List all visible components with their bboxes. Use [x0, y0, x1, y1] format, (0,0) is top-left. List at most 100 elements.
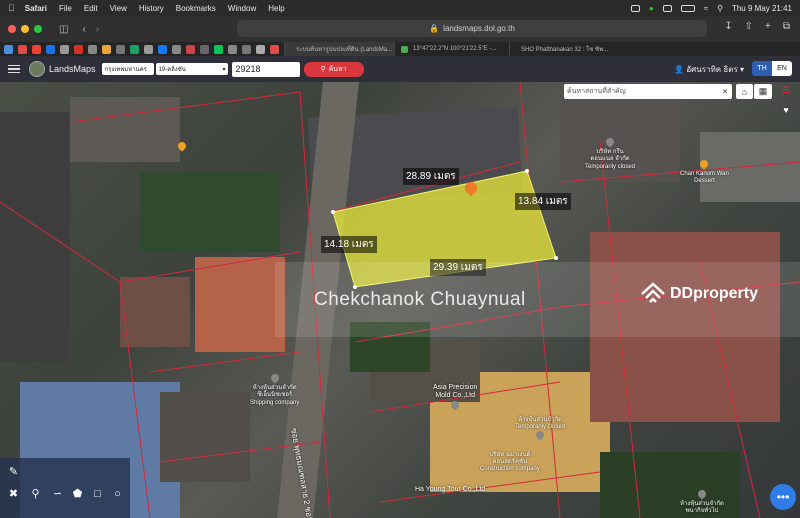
gmail-icon[interactable] [32, 44, 41, 54]
lang-en-button[interactable]: EN [772, 61, 792, 76]
menu-file[interactable]: File [59, 4, 72, 13]
menu-help[interactable]: Help [268, 4, 284, 13]
tab-coordinates[interactable]: 13°47'22.2"N 100°21'22.5"E -... [394, 42, 509, 56]
favorite-icon[interactable] [102, 44, 111, 54]
favorite-icon[interactable] [186, 44, 195, 54]
tab-bar: ระบบค้นหารูปแปลงที่ดิน (LandsMa... 13°47… [0, 42, 800, 56]
user-name: อัศนราทิค ธิตร [686, 65, 738, 74]
poi-green-donnell[interactable]: บริษัท กรีน ดอนแนล จำกัด Temporarily clo… [585, 136, 635, 171]
favorite-icon[interactable] [4, 44, 13, 54]
tab-overview-icon[interactable]: ⧉ [783, 21, 790, 32]
favorite-icon[interactable] [242, 44, 251, 54]
app-header: LandsMaps กรุงเทพมหานคร 19-ตลิ่งชัน ▾ 29… [0, 56, 800, 82]
back-icon[interactable]: ‹ [82, 24, 85, 35]
map-canvas[interactable]: 28.89 เมตร 13.84 เมตร 14.18 เมตร 29.39 เ… [0, 82, 800, 518]
download-icon[interactable]: ↧ [724, 21, 732, 32]
poi-label: Ha Young Tour Co.,Ltd [415, 486, 486, 493]
search-button[interactable]: ⚲ ค้นหา [303, 61, 364, 77]
pin-tool-icon[interactable]: ⚲ [28, 486, 43, 501]
user-menu[interactable]: 👤 อัศนราทิค ธิตร ▾ [674, 63, 744, 76]
district-value: 19-ตลิ่งชัน [158, 67, 186, 73]
favorite-icon[interactable] [144, 44, 153, 54]
sidebar-icon[interactable]: ◫ [59, 24, 68, 35]
hamburger-menu-icon[interactable] [8, 63, 20, 76]
wifi-icon[interactable]: ≈ [704, 4, 708, 13]
tab-label: ระบบค้นหารูปแปลงที่ดิน (LandsMa... [296, 47, 393, 53]
place-search-input[interactable]: ค้นหาสถานที่สำคัญ ✕ [564, 84, 732, 99]
rectangle-tool-icon[interactable]: □ [90, 486, 105, 501]
parcel-marker-icon[interactable] [462, 179, 480, 199]
poi-label: ห้างหุ้นส่วนจำกัด Temporarily closed [515, 417, 566, 431]
favorite-icon[interactable] [116, 44, 125, 54]
poi-ha-young-tour[interactable]: Ha Young Tour Co.,Ltd [415, 486, 485, 494]
favorite-icon[interactable] [172, 44, 181, 54]
menu-app[interactable]: Safari [25, 4, 47, 13]
battery-icon[interactable] [680, 4, 695, 12]
zoom-window-button[interactable] [34, 25, 42, 33]
status-icon[interactable] [630, 4, 640, 12]
cafe-pin-icon [698, 158, 711, 170]
close-window-button[interactable] [8, 25, 16, 33]
poi-chan-kanom-wan[interactable]: Chan Kanom Wan Dessert [680, 158, 729, 186]
menu-view[interactable]: View [110, 4, 127, 13]
poi-label: ห้างหุ้นส่วนจำกัด ซีเอ็นนิชเชอร์ Shippin… [250, 385, 300, 406]
new-tab-icon[interactable]: + [765, 21, 771, 32]
favorite-icon[interactable] [270, 44, 279, 54]
url-bar[interactable]: 🔒 landsmaps.dol.go.th [237, 20, 707, 37]
polygon-tool-icon[interactable]: ⬟ [70, 486, 85, 501]
poi-panakit[interactable]: ห้างหุ้นส่วนจำกัด พนากิจทั่วไป [680, 488, 724, 516]
circle-tool-icon[interactable]: ○ [110, 486, 125, 501]
favorite-icon[interactable] [200, 44, 209, 54]
favorite-icon[interactable] [130, 44, 139, 54]
map-pin-icon [401, 45, 408, 53]
map-pin-icon [534, 429, 546, 442]
search-icon[interactable]: ⚲ [717, 4, 723, 13]
poi-shipping-company[interactable]: ห้างหุ้นส่วนจำกัด ซีเอ็นนิชเชอร์ Shippin… [250, 372, 300, 407]
measure-tool-icon[interactable]: ✖ [6, 486, 21, 501]
layers-button[interactable]: ☰ [776, 82, 796, 99]
window-icon[interactable] [662, 4, 672, 12]
grid-view-button[interactable]: ▦ [754, 84, 772, 99]
app-name: LandsMaps [49, 64, 96, 74]
minimize-window-button[interactable] [21, 25, 29, 33]
clock[interactable]: Thu 9 May 21:41 [732, 4, 792, 13]
district-select[interactable]: 19-ตลิ่งชัน ▾ [155, 63, 228, 75]
line-tool-icon[interactable]: ∽ [50, 486, 65, 501]
tab-landsmaps[interactable]: ระบบค้นหารูปแปลงที่ดิน (LandsMa... [284, 42, 394, 56]
close-icon[interactable]: ✕ [722, 88, 728, 96]
province-select[interactable]: กรุงเทพมหานคร [101, 63, 154, 75]
ddproperty-logo: DDproperty [640, 282, 758, 306]
menu-window[interactable]: Window [228, 4, 256, 13]
menu-history[interactable]: History [139, 4, 164, 13]
favorite-icon[interactable] [74, 44, 83, 54]
menu-bookmarks[interactable]: Bookmarks [176, 4, 216, 13]
line-icon[interactable]: ● [649, 4, 654, 13]
eraser-tool-icon[interactable]: ✎ [6, 464, 21, 479]
poi-orange-pin[interactable] [176, 140, 188, 153]
favorite-icon[interactable] [46, 44, 55, 54]
apple-icon[interactable]:  [8, 3, 15, 13]
poi-asia-precision[interactable]: Asia Precision Mold Co.,Ltd [433, 384, 477, 412]
tab-sho[interactable]: SHO Phatthanakan 32 : โซ ซิพ... [509, 42, 609, 56]
favorite-icon[interactable] [88, 44, 97, 54]
brand-text: DDproperty [670, 285, 759, 302]
lang-th-button[interactable]: TH [752, 61, 772, 76]
line-icon[interactable] [214, 44, 223, 54]
forward-icon[interactable]: › [96, 24, 99, 35]
favorite-heart-button[interactable]: ♥ [776, 102, 796, 117]
menu-edit[interactable]: Edit [84, 4, 98, 13]
poi-temporarily-closed[interactable]: ห้างหุ้นส่วนจำกัด Temporarily closed [515, 417, 565, 443]
parcel-number-input[interactable]: 29218 [231, 61, 300, 77]
map-pin-icon [449, 399, 461, 411]
more-options-button[interactable]: ••• [770, 484, 796, 510]
favorite-icon[interactable] [60, 44, 69, 54]
landsmaps-logo [29, 61, 45, 77]
dimension-right: 13.84 เมตร [515, 193, 571, 210]
facebook-icon[interactable] [158, 44, 167, 54]
favorite-icon[interactable] [228, 44, 237, 54]
poi-construction-company[interactable]: บริษัท ฉมาเงนต์ คอนสตรัคชั่น Constructio… [480, 452, 540, 474]
home-button[interactable]: ⌂ [736, 84, 753, 99]
favorite-icon[interactable] [18, 44, 27, 54]
share-icon[interactable]: ⇧ [745, 21, 753, 32]
favorite-icon[interactable] [256, 44, 265, 54]
